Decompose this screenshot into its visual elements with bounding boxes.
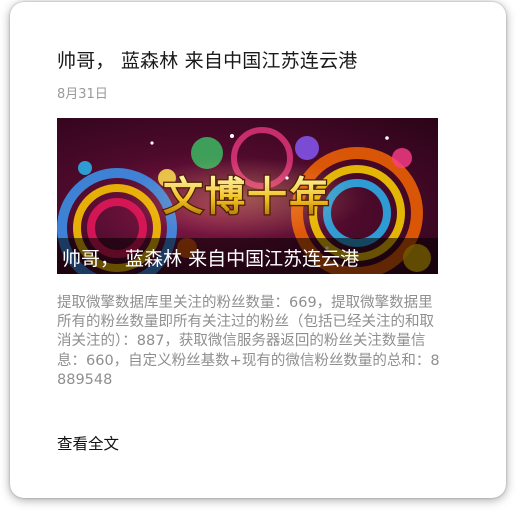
- cover-banner-text: 文博十年: [163, 174, 331, 220]
- cover-image[interactable]: 文博十年 帅哥， 蓝森林 来自中国江苏连云港: [57, 118, 438, 274]
- article-title[interactable]: 帅哥， 蓝森林 来自中国江苏连云港: [57, 46, 357, 73]
- screen: 帅哥， 蓝森林 来自中国江苏连云港 8月31日 文博十年 帅哥， 蓝森林 来自中…: [0, 0, 516, 516]
- read-more-link[interactable]: 查看全文: [57, 432, 119, 454]
- cover-caption: 帅哥， 蓝森林 来自中国江苏连云港: [62, 248, 360, 270]
- article-summary: 提取微擎数据库里关注的粉丝数量：669，提取微擎数据里所有的粉丝数量即所有关注过…: [57, 295, 440, 388]
- cover-caption-bar: 帅哥， 蓝森林 来自中国江苏连云港: [57, 238, 438, 274]
- article-date: 8月31日: [57, 87, 108, 102]
